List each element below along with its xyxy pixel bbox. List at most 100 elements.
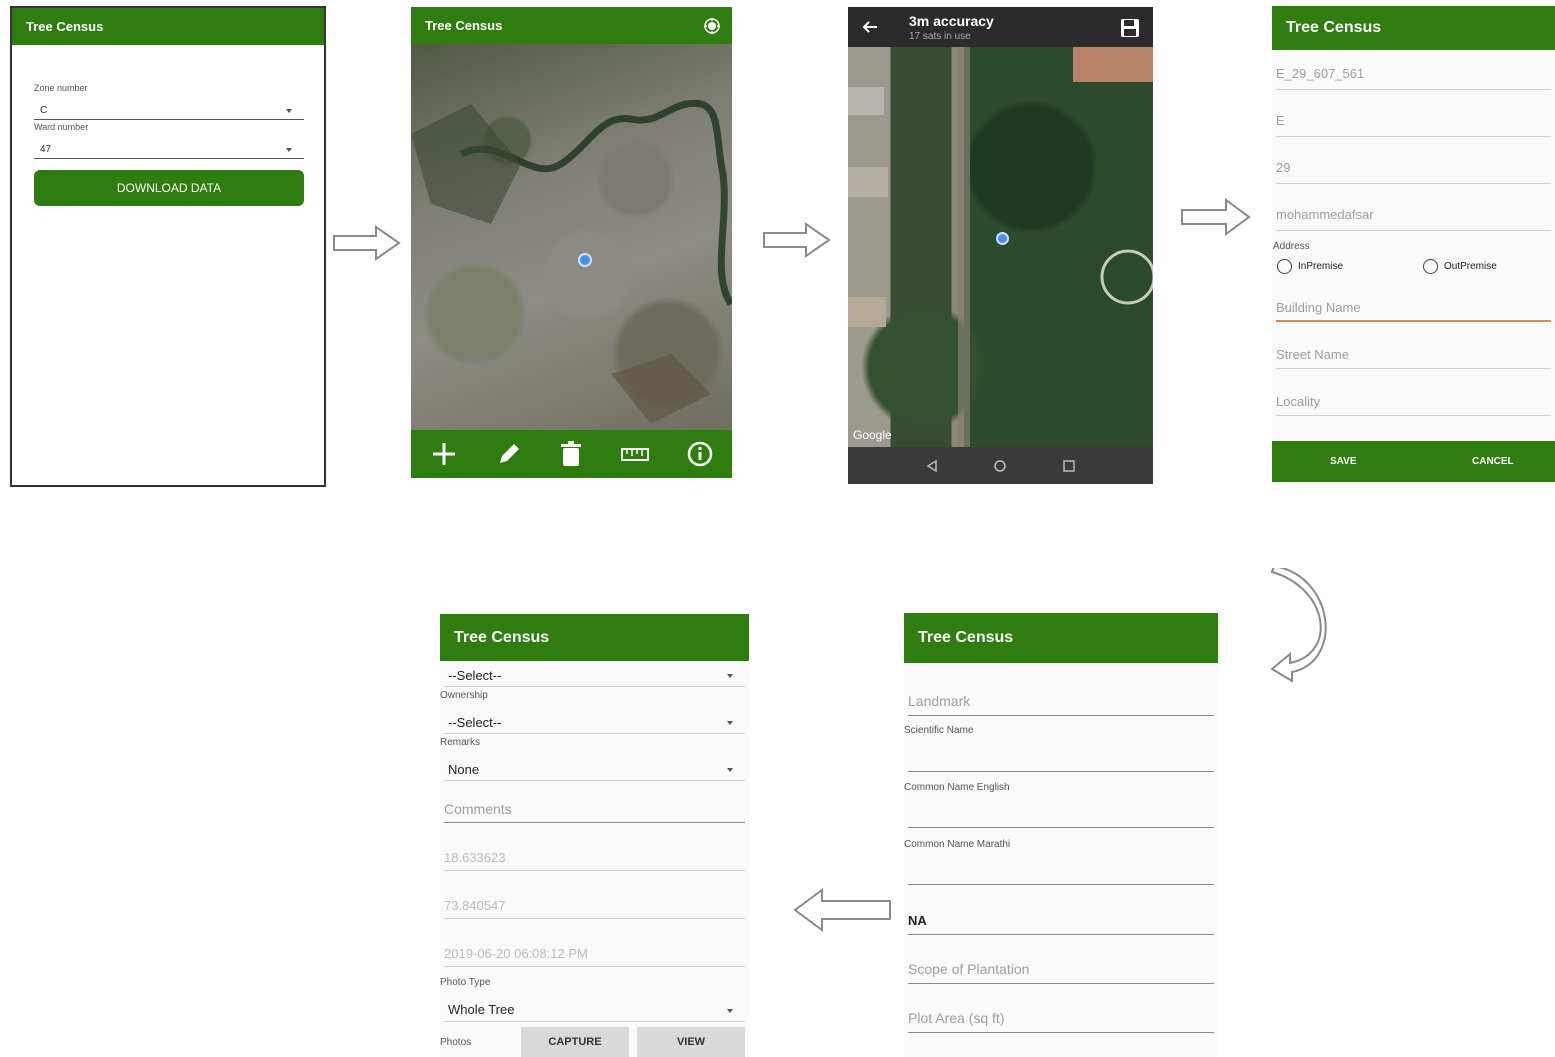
latitude-field: 18.633623 — [444, 850, 745, 871]
save-button[interactable]: SAVE — [1330, 456, 1357, 467]
radio-inpremise[interactable]: InPremise — [1277, 259, 1343, 274]
satellite-map[interactable] — [411, 44, 732, 430]
map-toolbar — [411, 430, 732, 478]
river-path — [411, 99, 732, 424]
na-value: NA — [908, 913, 927, 928]
flow-arrow-left-icon — [793, 888, 891, 932]
building-name-input[interactable]: Building Name — [1276, 300, 1551, 322]
zone-number-dropdown[interactable]: C — [34, 103, 304, 120]
ward-number-value: 47 — [40, 144, 52, 155]
scope-of-plantation-placeholder: Scope of Plantation — [908, 961, 1030, 977]
locality-input[interactable]: Locality — [1276, 394, 1551, 416]
screen-species-form: Tree Census Landmark Scientific Name Com… — [904, 613, 1218, 1057]
gps-app-bar: 3m accuracy 17 sats in use — [848, 7, 1153, 47]
nav-recent-icon[interactable] — [1062, 459, 1076, 473]
locality-placeholder: Locality — [1276, 394, 1321, 409]
current-location-marker — [996, 232, 1009, 245]
category-dropdown[interactable]: --Select-- — [444, 668, 745, 687]
screen-gps-map: 3m accuracy 17 sats in use Google — [848, 7, 1153, 484]
nav-back-icon[interactable] — [925, 459, 939, 473]
zone-number-label: Zone number — [34, 83, 88, 93]
app-title: Tree Census — [918, 629, 1014, 646]
tree-id-field[interactable]: E_29_607_561 — [1276, 66, 1551, 90]
dropdown-arrow-icon — [727, 674, 733, 678]
plot-area-placeholder: Plot Area (sq ft) — [908, 1010, 1005, 1026]
scientific-name-label: Scientific Name — [904, 725, 974, 736]
download-data-button[interactable]: DOWNLOAD DATA — [34, 170, 304, 206]
cancel-button[interactable]: CANCEL — [1472, 456, 1514, 467]
na-field[interactable]: NA — [908, 913, 1214, 935]
flow-arrow-right-icon — [763, 222, 831, 258]
tree-id-value: E_29_607_561 — [1276, 66, 1365, 81]
nav-home-icon[interactable] — [993, 459, 1007, 473]
delete-icon[interactable] — [560, 441, 582, 467]
zone-value: E — [1276, 113, 1285, 128]
add-icon[interactable] — [430, 440, 458, 468]
view-button[interactable]: VIEW — [637, 1027, 745, 1057]
current-location-marker — [578, 253, 592, 267]
radio-circle-icon — [1423, 259, 1438, 274]
google-logo: Google — [853, 428, 892, 442]
common-name-english-input[interactable] — [908, 809, 1214, 828]
remarks-label: Remarks — [440, 737, 481, 748]
scope-of-plantation-input[interactable]: Scope of Plantation — [908, 961, 1214, 984]
screen-map-overview: Tree Census — [411, 7, 732, 478]
ward-field[interactable]: 29 — [1276, 160, 1551, 184]
app-title: Tree Census — [454, 628, 550, 646]
remarks-value: None — [448, 762, 480, 777]
edit-icon[interactable] — [496, 441, 522, 467]
photos-label: Photos — [440, 1037, 472, 1048]
datetime-field: 2019-06-20 06:08:12 PM — [444, 946, 745, 967]
comments-placeholder: Comments — [444, 801, 512, 817]
back-arrow-icon[interactable] — [861, 18, 879, 36]
screen-details-form: Tree Census --Select-- Ownership --Selec… — [440, 614, 749, 1057]
ward-number-dropdown[interactable]: 47 — [34, 142, 304, 159]
view-label: VIEW — [676, 1036, 706, 1048]
screen-zone-select: Tree Census Zone number C Ward number 47… — [10, 6, 326, 487]
location-icon[interactable] — [704, 17, 720, 34]
scientific-name-input[interactable] — [908, 753, 1214, 772]
app-bar: Tree Census — [12, 8, 324, 45]
radio-outpremise[interactable]: OutPremise — [1423, 259, 1497, 274]
flow-arrow-curved-icon — [1270, 568, 1327, 683]
longitude-value: 73.840547 — [444, 898, 506, 913]
satellite-map-zoomed[interactable]: Google — [848, 47, 1153, 447]
form-action-bar: SAVE CANCEL — [1272, 441, 1555, 482]
radio-outpremise-label: OutPremise — [1444, 261, 1497, 272]
map-features — [848, 47, 1153, 447]
android-nav-bar — [848, 447, 1153, 484]
capture-label: CAPTURE — [548, 1036, 602, 1048]
ownership-label: Ownership — [440, 690, 488, 701]
ward-number-label: Ward number — [34, 122, 89, 132]
ward-value: 29 — [1276, 160, 1291, 175]
radio-circle-icon — [1277, 259, 1292, 274]
flow-arrow-right-icon — [1181, 198, 1251, 236]
plot-area-input[interactable]: Plot Area (sq ft) — [908, 1010, 1214, 1033]
zone-field[interactable]: E — [1276, 113, 1551, 137]
flow-arrow-right-icon — [333, 225, 401, 261]
ownership-value: --Select-- — [448, 715, 502, 730]
common-name-marathi-input[interactable] — [908, 866, 1214, 885]
common-name-english-label: Common Name English — [904, 782, 1010, 793]
address-label: Address — [1273, 241, 1310, 252]
photo-type-value: Whole Tree — [448, 1002, 515, 1017]
ownership-dropdown[interactable]: --Select-- — [444, 715, 745, 734]
username-field[interactable]: mohammedafsar — [1276, 207, 1551, 231]
dropdown-arrow-icon — [286, 148, 292, 152]
landmark-input[interactable]: Landmark — [908, 693, 1214, 716]
zone-number-value: C — [40, 105, 48, 116]
remarks-dropdown[interactable]: None — [444, 762, 745, 781]
info-icon[interactable] — [687, 441, 713, 467]
capture-button[interactable]: CAPTURE — [521, 1027, 629, 1057]
street-name-input[interactable]: Street Name — [1276, 347, 1551, 369]
dropdown-arrow-icon — [286, 109, 292, 113]
comments-input[interactable]: Comments — [444, 801, 745, 823]
photo-type-dropdown[interactable]: Whole Tree — [444, 1002, 745, 1022]
gps-accuracy: 3m accuracy — [909, 13, 994, 29]
download-data-label: DOWNLOAD DATA — [116, 181, 222, 195]
street-name-placeholder: Street Name — [1276, 347, 1349, 362]
measure-icon[interactable] — [620, 444, 649, 464]
gps-sats: 17 sats in use — [909, 31, 971, 42]
save-icon[interactable] — [1120, 18, 1140, 38]
category-value: --Select-- — [448, 668, 502, 683]
